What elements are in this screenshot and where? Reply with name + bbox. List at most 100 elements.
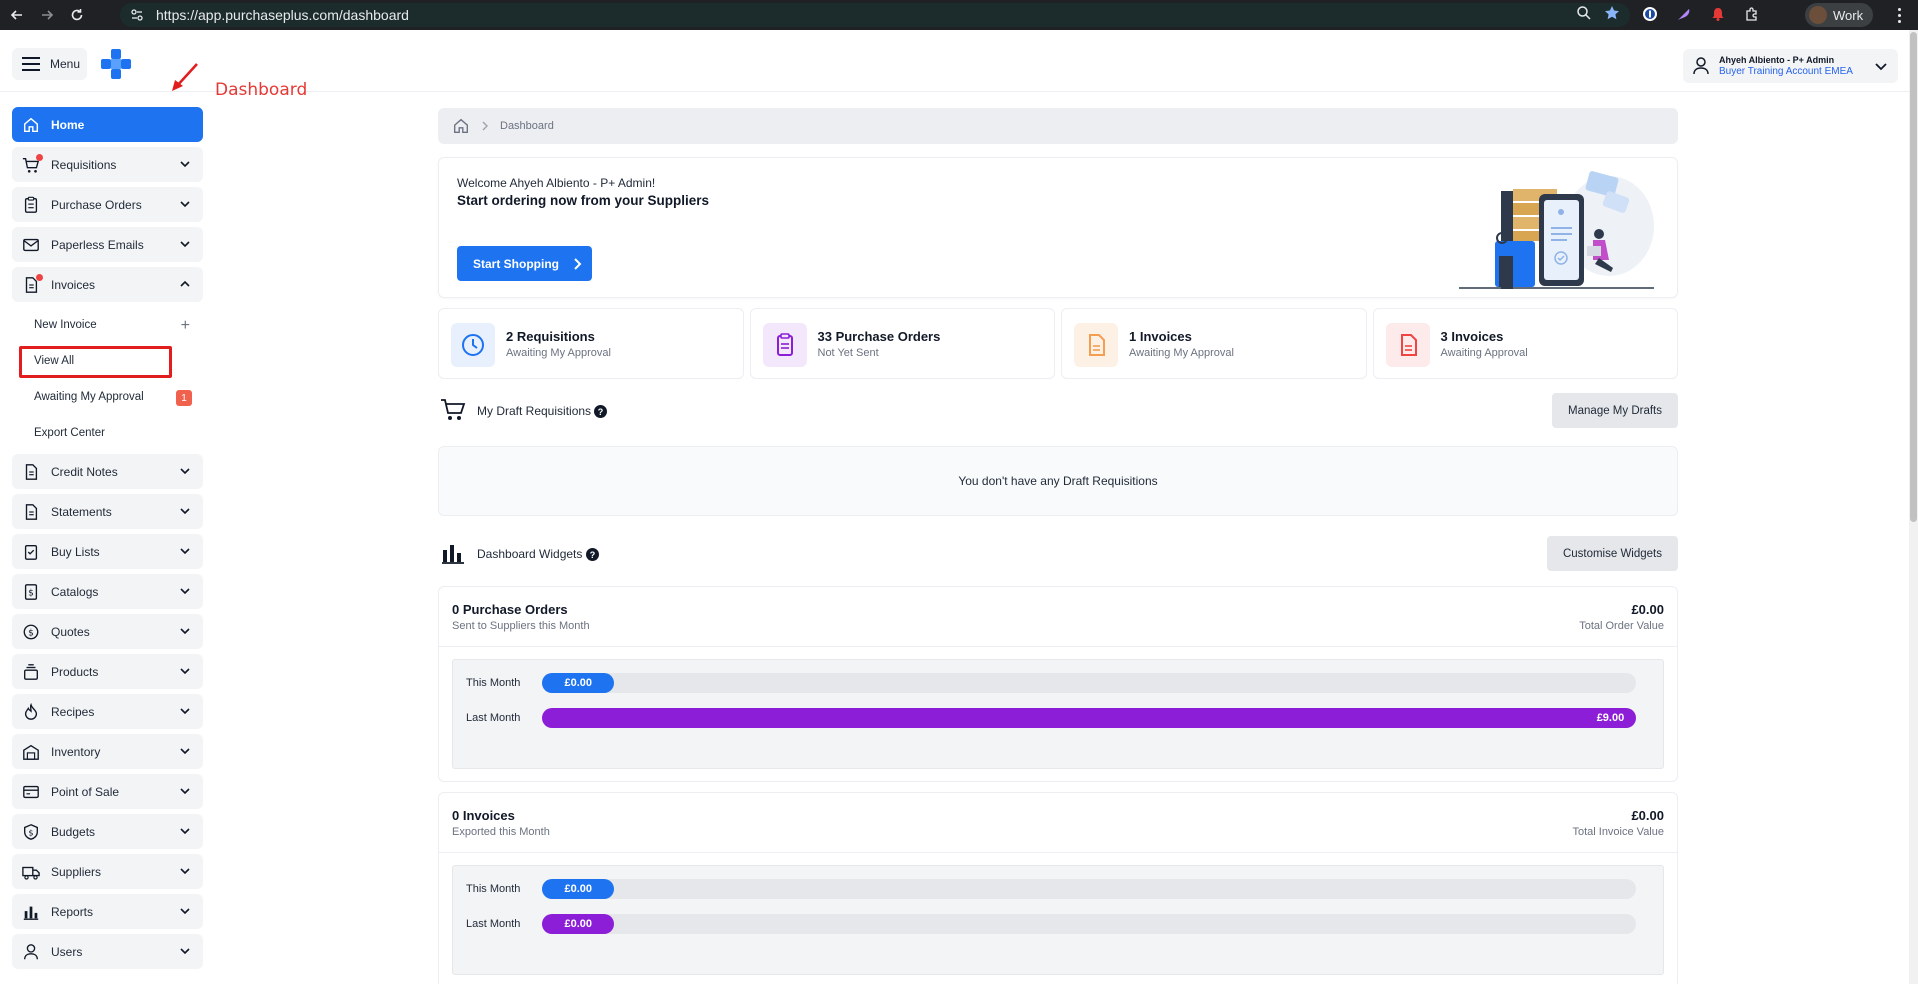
chevron-down-icon bbox=[180, 468, 190, 475]
chevron-down-icon bbox=[1875, 63, 1887, 71]
bar-row: Last Month £0.00 bbox=[466, 913, 1636, 935]
forward-icon[interactable] bbox=[34, 2, 60, 28]
bar-value: £0.00 bbox=[564, 918, 592, 930]
empty-message: You don't have any Draft Requisitions bbox=[958, 474, 1158, 488]
alert-extension-icon[interactable] bbox=[1708, 4, 1728, 24]
welcome-card: Welcome Ahyeh Albiento - P+ Admin! Start… bbox=[438, 157, 1678, 298]
sidebar-item-statements[interactable]: Statements bbox=[12, 494, 203, 529]
checklist-icon bbox=[21, 542, 41, 562]
profile-button[interactable]: Work bbox=[1805, 3, 1874, 27]
sidebar-item-products[interactable]: Products bbox=[12, 654, 203, 689]
sidebar-item-label: Purchase Orders bbox=[51, 197, 142, 212]
sidebar: Home Requisitions Purchase Orders Paperl… bbox=[12, 107, 204, 974]
chevron-down-icon bbox=[180, 241, 190, 248]
section-title: My Draft Requisitions bbox=[477, 404, 592, 418]
sidebar-item-suppliers[interactable]: Suppliers bbox=[12, 854, 203, 889]
sidebar-item-label: Statements bbox=[51, 504, 112, 519]
start-shopping-button[interactable]: Start Shopping bbox=[457, 246, 592, 281]
widget-title: 0 Invoices bbox=[452, 808, 515, 823]
customise-widgets-button[interactable]: Customise Widgets bbox=[1546, 536, 1678, 571]
bar-value: £9.00 bbox=[1596, 712, 1625, 724]
widget-value-label: Total Order Value bbox=[1579, 620, 1664, 632]
sidebar-item-budgets[interactable]: $ Budgets bbox=[12, 814, 203, 849]
truck-icon bbox=[21, 862, 41, 882]
cart-icon bbox=[441, 399, 466, 420]
shopping-illustration bbox=[1459, 171, 1654, 289]
sidebar-item-label: Inventory bbox=[51, 744, 101, 759]
stat-card-invoices-my-approval[interactable]: 1 Invoices Awaiting My Approval bbox=[1061, 308, 1367, 379]
sidebar-subitem-awaiting-approval[interactable]: Awaiting My Approval 1 bbox=[12, 379, 204, 415]
stat-card-invoices-approval[interactable]: 3 Invoices Awaiting Approval bbox=[1372, 308, 1678, 379]
sidebar-item-quotes[interactable]: $ Quotes bbox=[12, 614, 203, 649]
stat-card-purchase-orders[interactable]: 33 Purchase Orders Not Yet Sent bbox=[749, 308, 1055, 379]
help-icon[interactable]: ? bbox=[586, 548, 599, 561]
scrollbar-thumb[interactable] bbox=[1910, 32, 1917, 522]
sidebar-item-catalogs[interactable]: $ Catalogs bbox=[12, 574, 203, 609]
sidebar-item-credit-notes[interactable]: Credit Notes bbox=[12, 454, 203, 489]
hamburger-icon bbox=[22, 57, 40, 71]
sidebar-item-requisitions[interactable]: Requisitions bbox=[12, 147, 203, 182]
sidebar-item-buy-lists[interactable]: Buy Lists bbox=[12, 534, 203, 569]
bar-label: Last Month bbox=[466, 918, 521, 930]
bar-row: This Month £0.00 bbox=[466, 672, 1636, 694]
account-switcher[interactable]: Ahyeh Albiento - P+ Admin Buyer Training… bbox=[1683, 49, 1898, 83]
document-icon bbox=[1074, 323, 1118, 367]
home-icon[interactable] bbox=[452, 117, 470, 135]
sidebar-subitem-export-center[interactable]: Export Center bbox=[12, 415, 204, 451]
sidebar-item-reports[interactable]: Reports bbox=[12, 894, 203, 929]
annotation-highlight-box bbox=[19, 346, 172, 378]
chevron-down-icon bbox=[180, 908, 190, 915]
plus-icon[interactable]: + bbox=[181, 317, 190, 335]
sidebar-item-invoices[interactable]: Invoices bbox=[12, 267, 203, 302]
document-icon bbox=[21, 462, 41, 482]
notification-dot bbox=[36, 154, 43, 161]
sidebar-subitem-new-invoice[interactable]: New Invoice + bbox=[12, 307, 204, 343]
page-scrollbar[interactable] bbox=[1909, 30, 1918, 984]
feather-extension-icon[interactable] bbox=[1674, 4, 1694, 24]
password-manager-icon[interactable] bbox=[1640, 4, 1660, 24]
back-icon[interactable] bbox=[4, 2, 30, 28]
stat-title: 3 Invoices bbox=[1440, 329, 1504, 344]
browser-menu-icon[interactable] bbox=[1890, 6, 1908, 24]
dollar-doc-icon: $ bbox=[21, 582, 41, 602]
chevron-down-icon bbox=[180, 548, 190, 555]
widget-subtitle: Sent to Suppliers this Month bbox=[452, 620, 590, 632]
document-icon bbox=[1385, 323, 1430, 367]
site-info-icon[interactable] bbox=[126, 4, 148, 26]
sidebar-item-label: Budgets bbox=[51, 824, 96, 839]
start-shopping-label: Start Shopping bbox=[473, 256, 559, 271]
bar-fill: £9.00 bbox=[542, 708, 1637, 728]
stat-card-requisitions[interactable]: 2 Requisitions Awaiting My Approval bbox=[438, 308, 744, 379]
sidebar-item-paperless-emails[interactable]: Paperless Emails bbox=[12, 227, 203, 262]
annotation-label: Dashboard bbox=[215, 80, 308, 100]
help-icon[interactable]: ? bbox=[594, 405, 607, 418]
sidebar-item-label: Recipes bbox=[51, 704, 95, 719]
purchaseplus-logo[interactable] bbox=[101, 49, 131, 79]
sidebar-item-recipes[interactable]: Recipes bbox=[12, 694, 203, 729]
stat-title: 1 Invoices bbox=[1129, 329, 1192, 344]
menu-button[interactable]: Menu bbox=[12, 48, 87, 80]
widget-bars: This Month £0.00 Last Month £0.00 bbox=[452, 865, 1664, 975]
user-icon bbox=[1693, 57, 1709, 75]
address-bar[interactable]: https://app.purchaseplus.com/dashboard bbox=[120, 3, 1630, 27]
notification-dot bbox=[36, 274, 43, 281]
chevron-down-icon bbox=[180, 868, 190, 875]
bookmark-star-icon[interactable] bbox=[1604, 5, 1620, 26]
stat-subtitle: Awaiting My Approval bbox=[506, 347, 611, 359]
welcome-headline: Start ordering now from your Suppliers bbox=[457, 193, 710, 208]
sidebar-item-home[interactable]: Home bbox=[12, 107, 203, 142]
sidebar-item-inventory[interactable]: Inventory bbox=[12, 734, 203, 769]
zoom-icon[interactable] bbox=[1576, 5, 1592, 26]
reload-icon[interactable] bbox=[64, 2, 90, 28]
sidebar-item-point-of-sale[interactable]: Point of Sale bbox=[12, 774, 203, 809]
breadcrumb: Dashboard bbox=[438, 108, 1678, 144]
sidebar-item-users[interactable]: Users bbox=[12, 934, 203, 969]
manage-drafts-button[interactable]: Manage My Drafts bbox=[1552, 393, 1678, 428]
clock-icon bbox=[451, 323, 495, 367]
bar-label: This Month bbox=[466, 677, 521, 689]
sidebar-item-purchase-orders[interactable]: Purchase Orders bbox=[12, 187, 203, 222]
chevron-down-icon bbox=[180, 948, 190, 955]
svg-text:$: $ bbox=[28, 628, 34, 638]
section-title: Dashboard Widgets bbox=[477, 547, 583, 561]
extensions-puzzle-icon[interactable] bbox=[1742, 4, 1762, 24]
